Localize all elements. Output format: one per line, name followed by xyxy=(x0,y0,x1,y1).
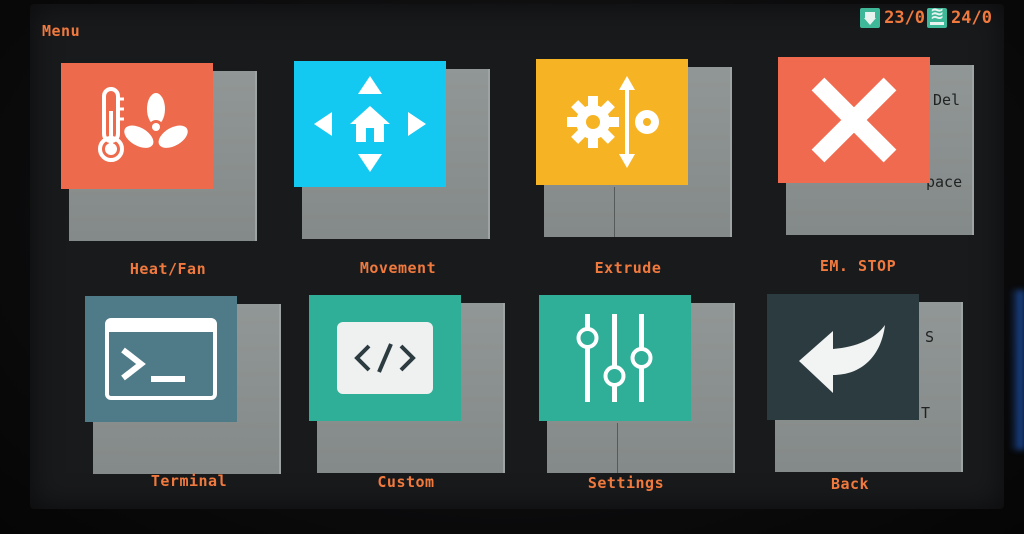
lcd-screen: Menu 23/0 24/0 xyxy=(30,4,1004,509)
code-icon xyxy=(337,322,433,394)
tile-face xyxy=(778,57,930,183)
extruder-gear-icon xyxy=(567,76,659,168)
terminal-icon xyxy=(105,318,217,400)
nozzle-icon xyxy=(860,8,881,28)
tile-back[interactable]: S T xyxy=(767,294,963,472)
bleed-text: S xyxy=(925,328,935,346)
bed-temp: 24/0 xyxy=(951,8,992,28)
bleed-text: pace xyxy=(926,173,963,191)
sliders-icon xyxy=(576,314,653,402)
page-title: Menu xyxy=(42,22,81,40)
bleed-text: T xyxy=(921,404,931,422)
thermometer-fan-icon xyxy=(98,87,188,162)
tile-movement[interactable] xyxy=(294,61,490,239)
tile-settings[interactable] xyxy=(539,295,735,473)
temperature-status: 23/0 24/0 xyxy=(860,4,992,28)
tile-terminal[interactable] xyxy=(85,296,281,474)
tile-label-heat-fan: Heat/Fan xyxy=(129,260,207,278)
tile-heat-fan[interactable] xyxy=(61,63,257,241)
tile-em-stop[interactable]: Del pace xyxy=(778,57,974,235)
tile-label-settings: Settings xyxy=(587,474,665,492)
tile-face xyxy=(61,63,213,189)
tile-label-movement: Movement xyxy=(359,259,437,277)
tile-extrude[interactable] xyxy=(536,59,732,237)
tile-label-terminal: Terminal xyxy=(150,472,228,490)
tile-label-extrude: Extrude xyxy=(594,259,662,277)
tile-face xyxy=(294,61,446,187)
tile-custom[interactable] xyxy=(309,295,505,473)
nozzle-temp: 23/0 xyxy=(884,8,926,28)
tile-label-em-stop: EM. STOP xyxy=(819,257,897,275)
tile-label-back: Back xyxy=(830,475,870,493)
move-arrows-icon xyxy=(314,76,426,172)
edge-glow xyxy=(1010,290,1024,450)
tile-face xyxy=(536,59,688,185)
bleed-text: Del xyxy=(933,91,961,109)
heated-bed-icon xyxy=(927,4,948,28)
tile-face xyxy=(767,294,919,420)
back-arrow-icon xyxy=(799,325,885,393)
tile-face xyxy=(539,295,691,421)
tile-label-custom: Custom xyxy=(377,473,435,491)
close-x-icon xyxy=(811,77,897,163)
device-bezel: Menu 23/0 24/0 xyxy=(0,0,1024,534)
tile-face xyxy=(309,295,461,421)
tile-face xyxy=(85,296,237,422)
